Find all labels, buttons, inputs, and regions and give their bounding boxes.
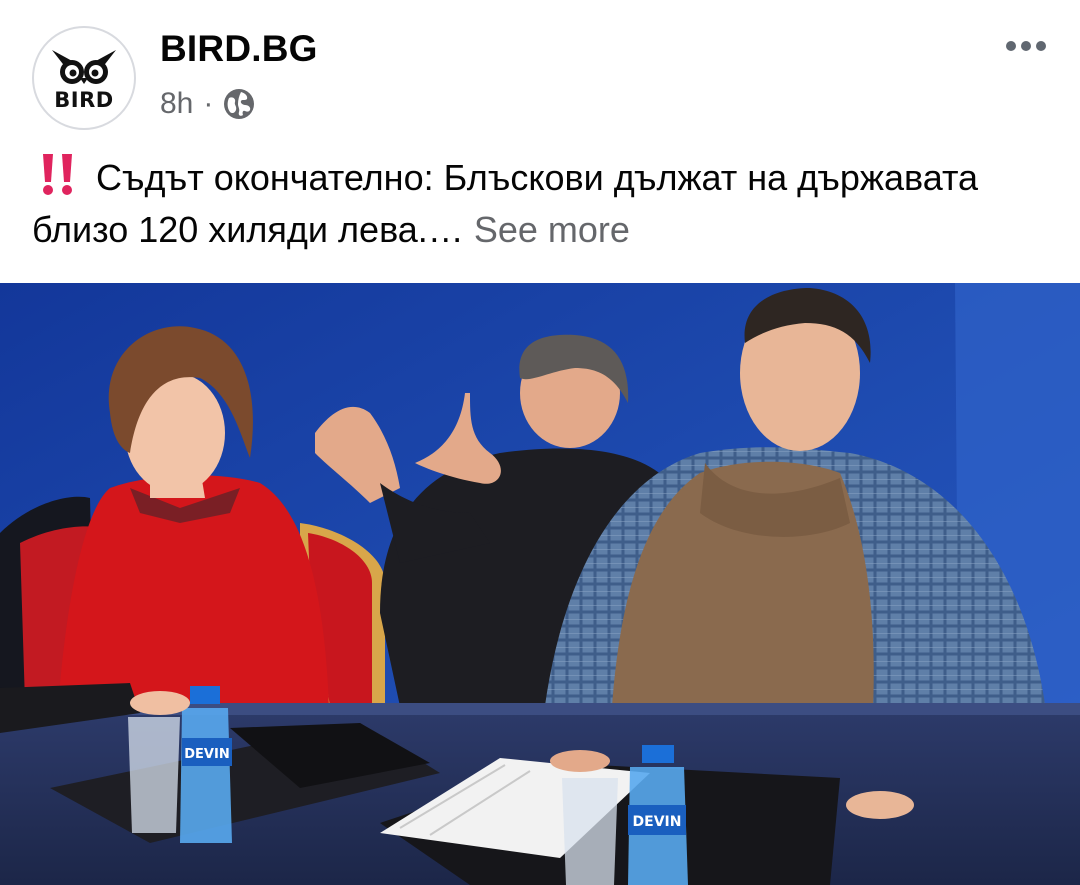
meta-separator: · — [203, 87, 214, 120]
page-name-link[interactable]: BIRD.BG — [160, 28, 318, 70]
more-dot — [1021, 41, 1031, 51]
globe-icon[interactable] — [223, 88, 255, 120]
double-exclamation-icon — [43, 154, 72, 195]
bottle-label-left: DEVIN — [184, 747, 229, 762]
see-more-link[interactable]: See more — [474, 209, 630, 250]
post-time[interactable]: 8h — [160, 87, 193, 121]
post-caption: Съдът окончателно: Блъскови дължат на дъ… — [32, 152, 1052, 256]
bird-logo-icon — [52, 50, 116, 84]
post-meta: 8h · — [160, 86, 255, 122]
photo-image: DEVIN DEVIN — [0, 283, 1080, 885]
post-header: BIRD BIRD.BG 8h · — [0, 0, 1080, 150]
post-photo[interactable]: DEVIN DEVIN — [0, 283, 1080, 885]
bottle-label-right: DEVIN — [633, 814, 682, 830]
more-horizontal-icon — [1006, 41, 1016, 51]
facebook-post: BIRD BIRD.BG 8h · Съдът окончателно: Блъ… — [0, 0, 1080, 885]
page-avatar[interactable]: BIRD — [32, 26, 136, 130]
more-options-button[interactable] — [996, 30, 1056, 62]
avatar-text: BIRD — [54, 88, 114, 112]
more-dot — [1036, 41, 1046, 51]
